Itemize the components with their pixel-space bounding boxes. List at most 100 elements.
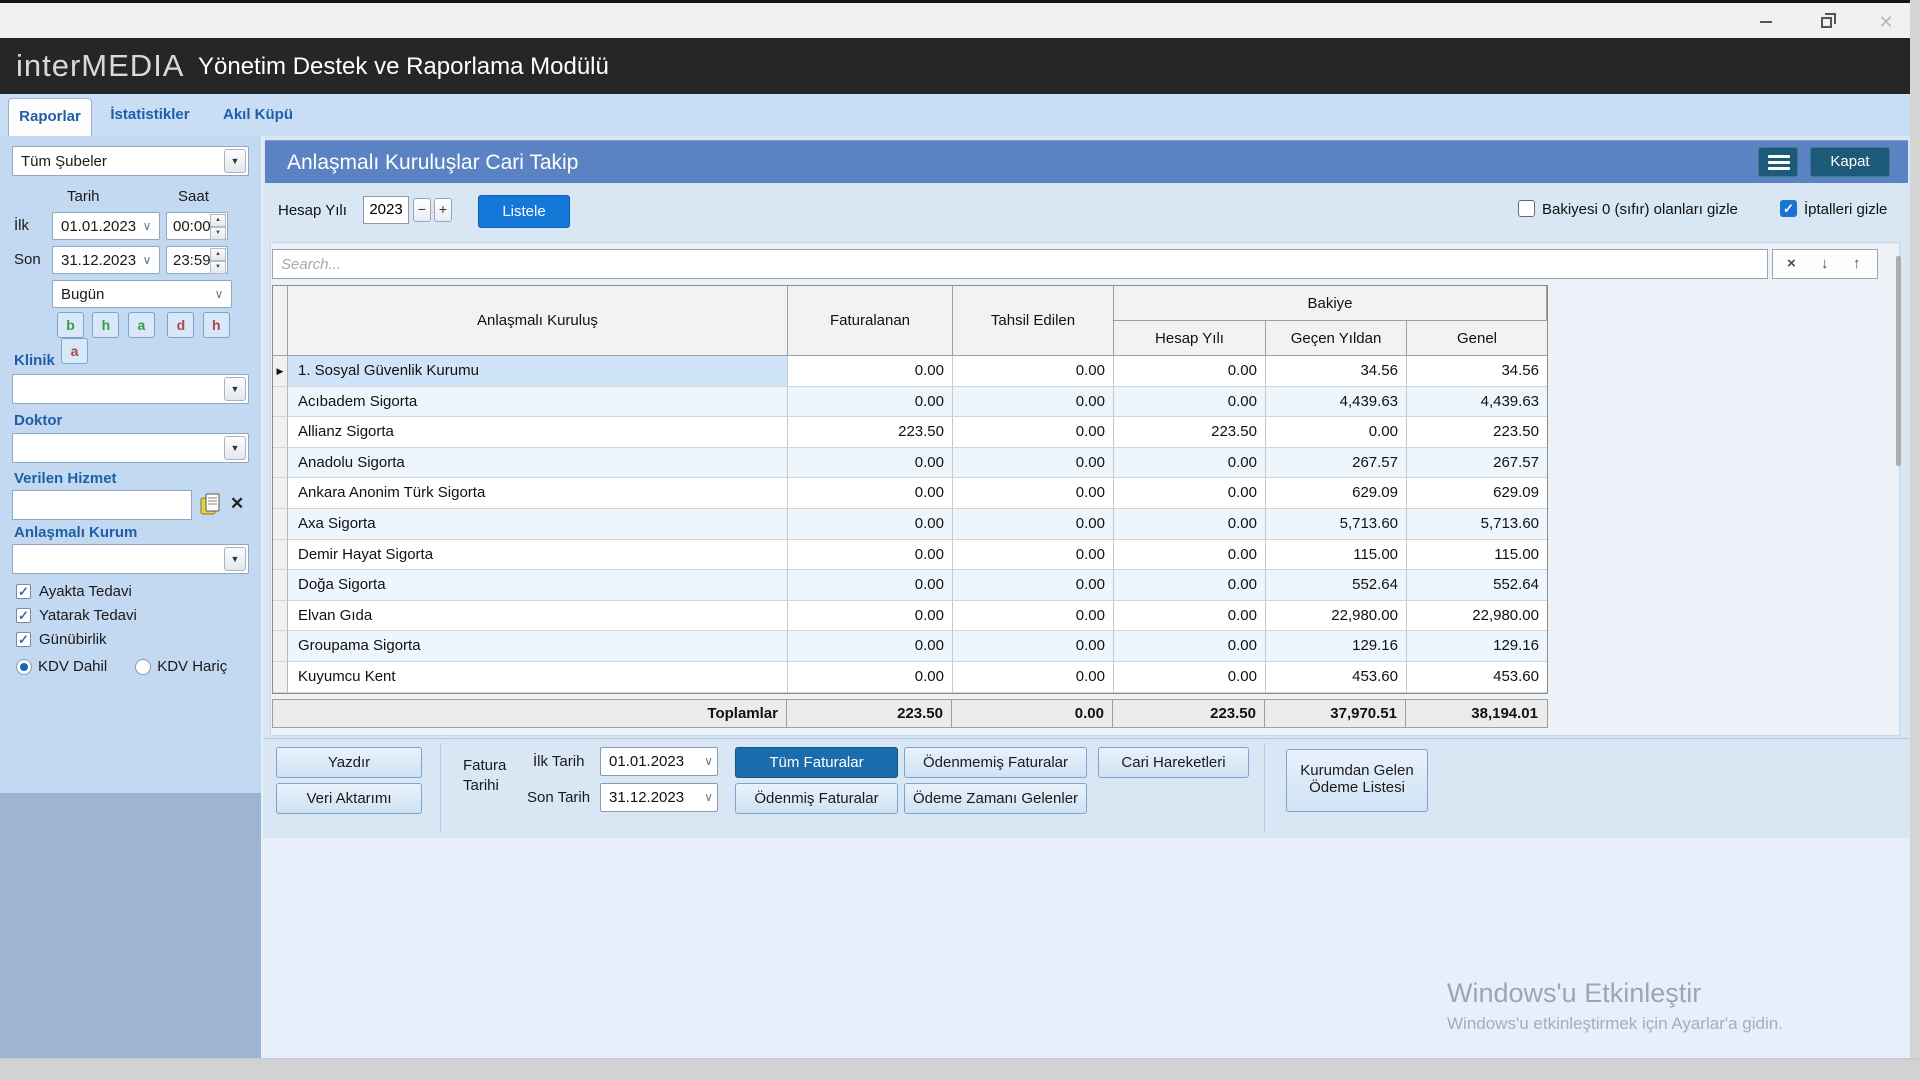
cell-genel[interactable]: 22,980.00	[1407, 601, 1547, 632]
clear-service-icon[interactable]: ✕	[230, 494, 244, 514]
hide-zero-label[interactable]: Bakiyesi 0 (sıfır) olanları gizle	[1542, 201, 1738, 218]
cell-faturalanan[interactable]: 0.00	[788, 540, 953, 571]
hide-zero-checkbox[interactable]	[1518, 200, 1535, 217]
row-gutter[interactable]	[273, 662, 288, 693]
header-bakiye[interactable]: Bakiye	[1114, 286, 1547, 321]
cell-tahsil[interactable]: 0.00	[953, 509, 1114, 540]
kdv-dahil-label[interactable]: KDV Dahil	[38, 658, 107, 675]
ilk-tarih-picker[interactable]: 01.01.2023 ∨	[600, 747, 718, 776]
search-down-icon[interactable]: ↓	[1821, 250, 1829, 278]
cell-tahsil[interactable]: 0.00	[953, 570, 1114, 601]
radio-selected-icon[interactable]	[16, 659, 32, 675]
hide-cancelled-checkbox[interactable]: ✓	[1780, 200, 1797, 217]
kurumdan-gelen-odeme-listesi-button[interactable]: Kurumdan Gelen Ödeme Listesi	[1286, 749, 1428, 812]
cell-tahsil[interactable]: 0.00	[953, 356, 1114, 387]
odenmis-faturalar-button[interactable]: Ödenmiş Faturalar	[735, 783, 898, 814]
search-up-icon[interactable]: ↑	[1853, 250, 1861, 278]
cell-tahsil[interactable]: 0.00	[953, 387, 1114, 418]
tab-istatistikler[interactable]: İstatistikler	[102, 94, 198, 136]
radio-unselected-icon[interactable]	[135, 659, 151, 675]
restore-button[interactable]	[1804, 9, 1848, 35]
cell-tahsil[interactable]: 0.00	[953, 540, 1114, 571]
tab-raporlar[interactable]: Raporlar	[8, 98, 92, 136]
cell-gecen-yildan[interactable]: 129.16	[1266, 631, 1407, 662]
cell-tahsil[interactable]: 0.00	[953, 478, 1114, 509]
row-indicator-icon[interactable]: ▶	[273, 356, 288, 387]
odenmemis-faturalar-button[interactable]: Ödenmemiş Faturalar	[904, 747, 1087, 778]
spin-up-icon[interactable]: ▲	[210, 214, 226, 227]
cell-kurulus[interactable]: 1. Sosyal Güvenlik Kurumu	[288, 356, 788, 387]
quick-button-h1[interactable]: h	[92, 312, 119, 338]
chevron-down-icon[interactable]: ∨	[211, 281, 227, 307]
cell-hesap-yili[interactable]: 0.00	[1114, 509, 1266, 540]
cell-faturalanan[interactable]: 0.00	[788, 387, 953, 418]
chevron-down-icon[interactable]: ∨	[139, 213, 155, 239]
yazdir-button[interactable]: Yazdır	[276, 747, 422, 778]
cell-genel[interactable]: 115.00	[1407, 540, 1547, 571]
cell-genel[interactable]: 4,439.63	[1407, 387, 1547, 418]
cell-tahsil[interactable]: 0.00	[953, 448, 1114, 479]
cell-faturalanan[interactable]: 0.00	[788, 631, 953, 662]
quick-button-b1[interactable]: b	[57, 312, 84, 338]
spin-up-icon[interactable]: ▲	[210, 248, 226, 261]
cell-gecen-yildan[interactable]: 453.60	[1266, 662, 1407, 693]
cell-kurulus[interactable]: Acıbadem Sigorta	[288, 387, 788, 418]
checkbox-gunubirlik[interactable]: ✓ Günübirlik	[16, 628, 137, 650]
cari-hareketleri-button[interactable]: Cari Hareketleri	[1098, 747, 1249, 778]
table-row[interactable]: Acıbadem Sigorta0.000.000.004,439.634,43…	[273, 387, 1547, 418]
cell-tahsil[interactable]: 0.00	[953, 662, 1114, 693]
cell-hesap-yili[interactable]: 0.00	[1114, 570, 1266, 601]
year-plus-button[interactable]: +	[434, 198, 452, 222]
branch-select[interactable]: Tüm Şubeler ▼	[12, 146, 249, 176]
cell-hesap-yili[interactable]: 0.00	[1114, 448, 1266, 479]
quick-button-a2[interactable]: a	[61, 338, 88, 364]
table-row[interactable]: Axa Sigorta0.000.000.005,713.605,713.60	[273, 509, 1547, 540]
tum-faturalar-button[interactable]: Tüm Faturalar	[735, 747, 898, 778]
cell-genel[interactable]: 629.09	[1407, 478, 1547, 509]
cell-hesap-yili[interactable]: 0.00	[1114, 356, 1266, 387]
cell-tahsil[interactable]: 0.00	[953, 417, 1114, 448]
ilk-time-spinner[interactable]: 00:00 ▲▼	[166, 212, 228, 240]
cell-hesap-yili[interactable]: 0.00	[1114, 540, 1266, 571]
cell-gecen-yildan[interactable]: 552.64	[1266, 570, 1407, 601]
spin-down-icon[interactable]: ▼	[210, 227, 226, 240]
cell-genel[interactable]: 267.57	[1407, 448, 1547, 479]
hesap-yili-value[interactable]: 2023	[363, 196, 409, 224]
cell-genel[interactable]: 129.16	[1407, 631, 1547, 662]
cell-kurulus[interactable]: Elvan Gıda	[288, 601, 788, 632]
cell-tahsil[interactable]: 0.00	[953, 631, 1114, 662]
quick-button-d2[interactable]: d	[167, 312, 194, 338]
cell-kurulus[interactable]: Kuyumcu Kent	[288, 662, 788, 693]
row-gutter[interactable]	[273, 601, 288, 632]
doktor-select[interactable]: ▼	[12, 433, 249, 463]
table-row[interactable]: Kuyumcu Kent0.000.000.00453.60453.60	[273, 662, 1547, 693]
cell-genel[interactable]: 223.50	[1407, 417, 1547, 448]
cell-gecen-yildan[interactable]: 0.00	[1266, 417, 1407, 448]
cell-kurulus[interactable]: Anadolu Sigorta	[288, 448, 788, 479]
kapat-button[interactable]: Kapat	[1810, 147, 1890, 177]
table-row[interactable]: ▶1. Sosyal Güvenlik Kurumu0.000.000.0034…	[273, 356, 1547, 387]
row-gutter[interactable]	[273, 509, 288, 540]
row-gutter[interactable]	[273, 631, 288, 662]
chevron-down-icon[interactable]: ▼	[224, 436, 246, 460]
chevron-down-icon[interactable]: ∨	[704, 748, 713, 775]
table-row[interactable]: Elvan Gıda0.000.000.0022,980.0022,980.00	[273, 601, 1547, 632]
header-genel[interactable]: Genel	[1407, 321, 1547, 356]
cell-hesap-yili[interactable]: 0.00	[1114, 631, 1266, 662]
row-gutter[interactable]	[273, 448, 288, 479]
table-row[interactable]: Ankara Anonim Türk Sigorta0.000.000.0062…	[273, 478, 1547, 509]
chevron-down-icon[interactable]: ∨	[139, 247, 155, 273]
cell-gecen-yildan[interactable]: 267.57	[1266, 448, 1407, 479]
cell-gecen-yildan[interactable]: 34.56	[1266, 356, 1407, 387]
cell-gecen-yildan[interactable]: 629.09	[1266, 478, 1407, 509]
verilen-hizmet-input[interactable]	[12, 490, 192, 520]
cell-kurulus[interactable]: Axa Sigorta	[288, 509, 788, 540]
ilk-date-picker[interactable]: 01.01.2023 ∨	[52, 212, 160, 240]
checkbox-ayakta-tedavi[interactable]: ✓ Ayakta Tedavi	[16, 580, 137, 602]
chevron-down-icon[interactable]: ∨	[704, 784, 713, 811]
anlasmali-kurum-select[interactable]: ▼	[12, 544, 249, 574]
table-row[interactable]: Anadolu Sigorta0.000.000.00267.57267.57	[273, 448, 1547, 479]
quick-button-a1[interactable]: a	[128, 312, 155, 338]
cell-kurulus[interactable]: Allianz Sigorta	[288, 417, 788, 448]
veri-aktarimi-button[interactable]: Veri Aktarımı	[276, 783, 422, 814]
